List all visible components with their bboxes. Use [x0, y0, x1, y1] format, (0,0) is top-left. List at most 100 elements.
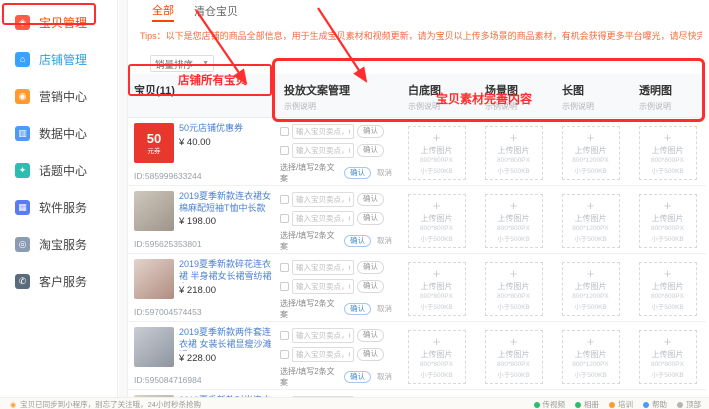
table-row: 50 元券 50元店铺优惠券 ¥ 40.00 ID:585999633244 确… — [128, 118, 706, 186]
product-thumbnail[interactable] — [134, 327, 174, 367]
footer-link-video[interactable]: 传视频 — [534, 399, 566, 409]
selling-point-checkbox[interactable] — [280, 350, 289, 359]
footer-link-album[interactable]: 相册 — [575, 399, 599, 409]
selling-point-input[interactable] — [292, 192, 354, 207]
plus-icon: + — [510, 199, 518, 212]
selling-point-input[interactable] — [292, 279, 354, 294]
confirm-button[interactable]: 确认 — [357, 280, 384, 292]
upload-long-image[interactable]: +上传图片800*1200PX小于500KB — [562, 126, 620, 180]
product-name-link[interactable]: 2019夏季新款两件套连衣裙 女装长裙显瘦沙滩裙 — [179, 327, 273, 351]
sidebar-item-marketing[interactable]: ◉ 营销中心 — [0, 78, 117, 115]
selling-point-input[interactable] — [292, 347, 354, 362]
data-chart-icon: ▥ — [15, 126, 30, 141]
product-price: ¥ 198.00 — [179, 216, 273, 227]
upload-white-image[interactable]: +上传图片800*800PX小于500KB — [408, 262, 466, 316]
footer-link-top[interactable]: 顶部 — [677, 399, 701, 409]
selling-point-input[interactable] — [292, 328, 354, 343]
product-thumbnail[interactable] — [134, 259, 174, 299]
selling-point-checkbox[interactable] — [280, 146, 289, 155]
sidebar-item-taobao-service[interactable]: ◎ 淘宝服务 — [0, 226, 117, 263]
sort-dropdown[interactable]: 销量排序 ▼ — [150, 55, 214, 72]
upload-scene-image[interactable]: +上传图片800*800PX小于500KB — [485, 194, 543, 248]
sample-link[interactable]: 示例说明 — [284, 101, 398, 112]
selling-point-input[interactable] — [292, 211, 354, 226]
upload-white-image[interactable]: +上传图片800*800PX小于500KB — [408, 194, 466, 248]
confirm-button[interactable]: 确认 — [357, 144, 384, 156]
product-name-link[interactable]: 50元店铺优惠券 — [179, 123, 273, 135]
confirm-button[interactable]: 确认 — [344, 167, 371, 179]
upload-transparent-image[interactable]: +上传图片800*800PX小于500KB — [639, 262, 697, 316]
selling-point-checkbox[interactable] — [280, 331, 289, 340]
plus-icon: + — [433, 199, 441, 212]
confirm-button[interactable]: 确认 — [357, 329, 384, 341]
tab-clearance[interactable]: 清仓宝贝 — [194, 3, 238, 21]
upload-transparent-image[interactable]: +上传图片800*800PX小于500KB — [639, 126, 697, 180]
plus-icon: + — [433, 267, 441, 280]
plus-icon: + — [510, 335, 518, 348]
confirm-button[interactable]: 确认 — [357, 193, 384, 205]
confirm-button[interactable]: 确认 — [344, 235, 371, 247]
product-price: ¥ 228.00 — [179, 353, 273, 364]
confirm-button[interactable]: 确认 — [357, 212, 384, 224]
cancel-button[interactable]: 取消 — [375, 304, 394, 314]
selling-point-checkbox[interactable] — [280, 127, 289, 136]
upload-long-image[interactable]: +上传图片800*1200PX小于500KB — [562, 330, 620, 384]
footer-link-help[interactable]: 帮助 — [643, 399, 667, 409]
confirm-button[interactable]: 确认 — [357, 348, 384, 360]
product-thumbnail[interactable]: 50 元券 — [134, 123, 174, 163]
column-header-white-image: 白底图 示例说明 — [398, 74, 475, 117]
marketing-icon: ◉ — [15, 89, 30, 104]
choose-copy-label: 选择/填写2条文案 — [280, 230, 340, 252]
plus-icon: + — [664, 335, 672, 348]
sort-label: 销量排序 — [155, 57, 193, 71]
selling-point-checkbox[interactable] — [280, 263, 289, 272]
sidebar-item-label: 话题中心 — [39, 162, 87, 179]
selling-point-checkbox[interactable] — [280, 282, 289, 291]
sample-link[interactable]: 示例说明 — [562, 101, 629, 112]
footer-link-training[interactable]: 培训 — [609, 399, 633, 409]
selling-point-checkbox[interactable] — [280, 214, 289, 223]
upload-transparent-image[interactable]: +上传图片800*800PX小于500KB — [639, 330, 697, 384]
upload-scene-image[interactable]: +上传图片800*800PX小于500KB — [485, 330, 543, 384]
cancel-button[interactable]: 取消 — [375, 168, 394, 178]
sidebar-item-topic-center[interactable]: ✦ 话题中心 — [0, 152, 117, 189]
sidebar-item-customer-service[interactable]: ✆ 客户服务 — [0, 263, 117, 300]
upload-transparent-image[interactable]: +上传图片800*800PX小于500KB — [639, 194, 697, 248]
confirm-button[interactable]: 确认 — [357, 125, 384, 137]
coupon-label: 元券 — [148, 145, 161, 155]
sidebar-item-item-manage[interactable]: ◈ 宝贝管理 — [0, 4, 117, 41]
selling-point-input[interactable] — [292, 124, 354, 139]
upload-scene-image[interactable]: +上传图片800*800PX小于500KB — [485, 126, 543, 180]
selling-point-checkbox[interactable] — [280, 195, 289, 204]
cancel-button[interactable]: 取消 — [375, 372, 394, 382]
sample-link[interactable]: 示例说明 — [408, 101, 475, 112]
upload-long-image[interactable]: +上传图片800*1200PX小于500KB — [562, 262, 620, 316]
confirm-button[interactable]: 确认 — [344, 371, 371, 383]
confirm-button[interactable]: 确认 — [344, 303, 371, 315]
upload-scene-image[interactable]: +上传图片800*800PX小于500KB — [485, 262, 543, 316]
product-name-link[interactable]: 2019夏季新款碎花连衣裙 半身裙女长裙雪纺裙女 — [179, 259, 273, 283]
selling-point-input[interactable] — [292, 260, 354, 275]
cancel-button[interactable]: 取消 — [375, 236, 394, 246]
sidebar-item-data-center[interactable]: ▥ 数据中心 — [0, 115, 117, 152]
selling-point-input[interactable] — [292, 143, 354, 158]
copy-cell: 确认 确认 选择/填写2条文案确认取消 — [274, 259, 398, 321]
product-thumbnail[interactable] — [134, 191, 174, 231]
plus-icon: + — [433, 335, 441, 348]
upload-long-image[interactable]: +上传图片800*1200PX小于500KB — [562, 194, 620, 248]
upload-white-image[interactable]: +上传图片800*800PX小于500KB — [408, 126, 466, 180]
sample-link[interactable]: 示例说明 — [485, 101, 552, 112]
confirm-button[interactable]: 确认 — [357, 261, 384, 273]
plus-icon: + — [664, 199, 672, 212]
sidebar-item-software-service[interactable]: ▦ 软件服务 — [0, 189, 117, 226]
status-dot-icon — [677, 402, 683, 408]
product-name-link[interactable]: 2019夏季新款连衣裙女 棉麻配短袖T恤中长款 — [179, 191, 273, 214]
upload-white-image[interactable]: +上传图片800*800PX小于500KB — [408, 330, 466, 384]
sidebar-item-label: 淘宝服务 — [39, 236, 87, 253]
sample-link[interactable]: 示例说明 — [639, 101, 706, 112]
sidebar-item-label: 营销中心 — [39, 88, 87, 105]
tab-all[interactable]: 全部 — [152, 2, 174, 22]
footer-notice: 宝贝已同步到小程序，别忘了关注哦，24小时秒杀抢购 — [20, 399, 201, 409]
sidebar-item-shop-manage[interactable]: ⌂ 店铺管理 — [0, 41, 117, 78]
shop-icon: ⌂ — [15, 52, 30, 67]
